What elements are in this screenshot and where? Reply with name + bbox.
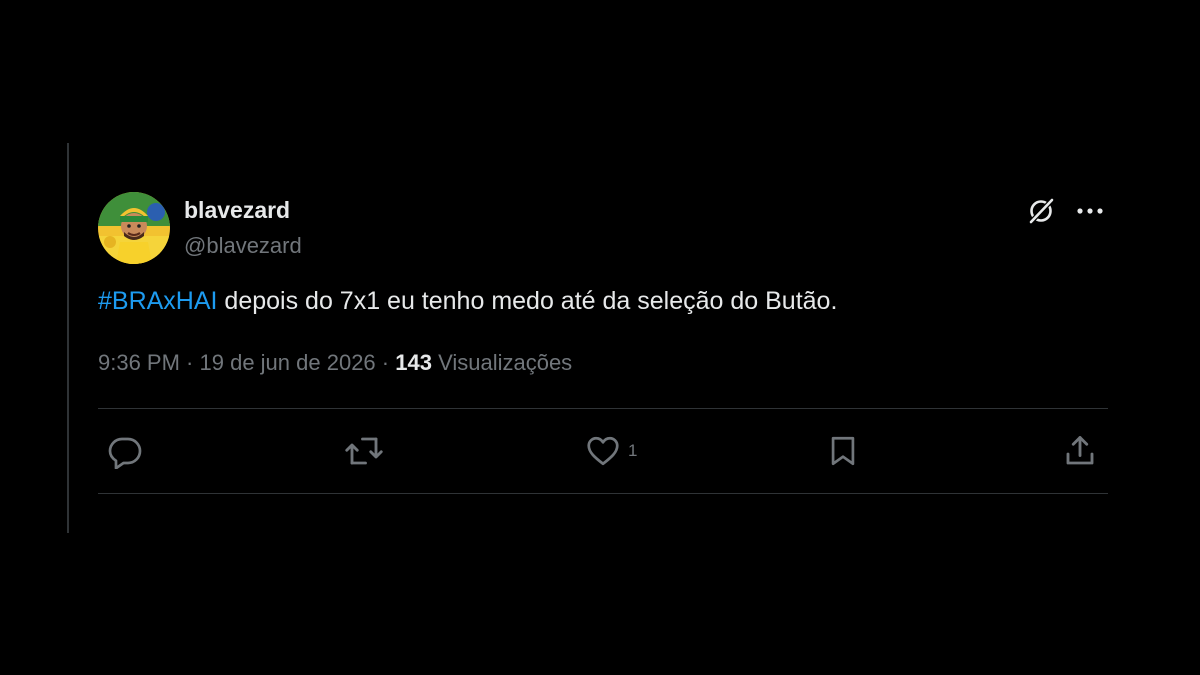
tweet-screen: blavezard @blavezard #BRAxHAI depois do … bbox=[0, 0, 1200, 675]
views-count: 143 bbox=[395, 350, 432, 375]
retweet-button[interactable] bbox=[344, 433, 390, 469]
tweet-header: blavezard @blavezard bbox=[98, 190, 1108, 270]
like-button[interactable]: 1 bbox=[584, 433, 637, 469]
tweet-time[interactable]: 9:36 PM bbox=[98, 350, 180, 375]
more-button[interactable] bbox=[1072, 194, 1108, 228]
thread-line bbox=[67, 143, 69, 533]
tweet-body: depois do 7x1 eu tenho medo até da seleç… bbox=[217, 287, 838, 315]
tweet-date[interactable]: 19 de jun de 2026 bbox=[200, 350, 376, 375]
retweet-icon bbox=[345, 437, 383, 465]
heart-icon bbox=[587, 436, 619, 466]
meta-separator: · bbox=[375, 350, 396, 375]
avatar-image bbox=[98, 192, 170, 264]
more-icon bbox=[1077, 208, 1103, 214]
like-count: 1 bbox=[628, 441, 638, 460]
views-label: Visualizações bbox=[431, 350, 573, 375]
grok-icon bbox=[1028, 197, 1055, 225]
tweet-card: blavezard @blavezard #BRAxHAI depois do … bbox=[98, 190, 1108, 494]
bookmark-icon bbox=[831, 436, 855, 466]
share-icon bbox=[1066, 436, 1094, 465]
action-bar: 1 bbox=[98, 409, 1108, 493]
avatar[interactable] bbox=[98, 192, 170, 264]
reply-button[interactable] bbox=[106, 433, 150, 469]
bookmark-button[interactable] bbox=[826, 433, 866, 469]
hashtag-link[interactable]: #BRAxHAI bbox=[98, 287, 217, 315]
reply-icon bbox=[108, 437, 142, 469]
meta-separator: · bbox=[179, 350, 200, 375]
author-info: blavezard @blavezard bbox=[184, 196, 302, 260]
tweet-meta: 9:36 PM · 19 de jun de 2026 · 143 Visual… bbox=[98, 348, 1108, 378]
display-name[interactable]: blavezard bbox=[184, 196, 302, 224]
grok-button[interactable] bbox=[1024, 194, 1058, 228]
share-button[interactable] bbox=[1062, 433, 1098, 469]
divider bbox=[98, 493, 1108, 494]
tweet-text: #BRAxHAI depois do 7x1 eu tenho medo até… bbox=[98, 284, 1108, 318]
handle[interactable]: @blavezard bbox=[184, 232, 302, 260]
